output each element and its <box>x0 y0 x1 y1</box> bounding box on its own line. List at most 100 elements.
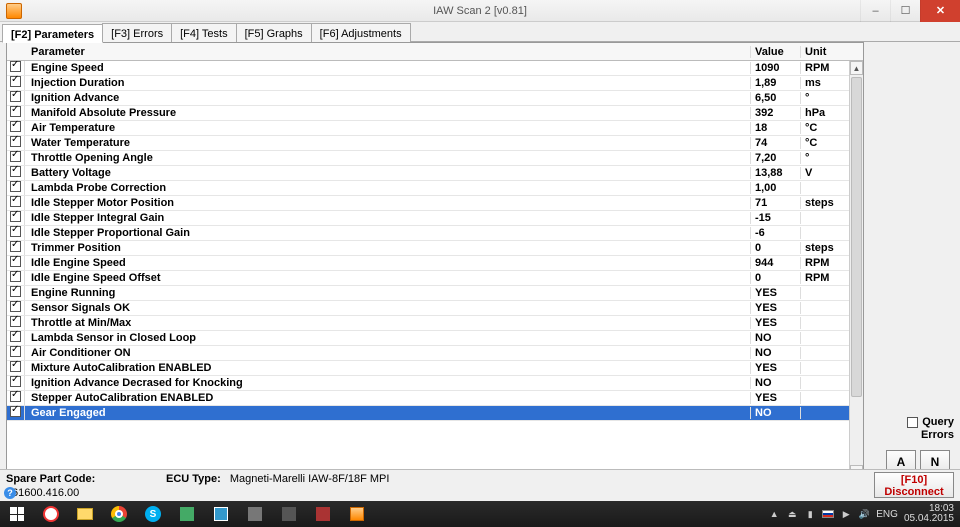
table-row[interactable]: Lambda Probe Correction1,00 <box>7 181 849 196</box>
table-row[interactable]: Ignition Advance Decrased for KnockingNO <box>7 376 849 391</box>
taskbar-app-skype[interactable]: S <box>136 501 170 527</box>
table-row[interactable]: Manifold Absolute Pressure392hPa <box>7 106 849 121</box>
param-name: Idle Stepper Motor Position <box>25 197 751 209</box>
close-button[interactable]: ✕ <box>920 0 960 22</box>
row-checkbox[interactable] <box>10 76 21 87</box>
table-row[interactable]: Stepper AutoCalibration ENABLEDYES <box>7 391 849 406</box>
taskbar-app-chrome[interactable] <box>102 501 136 527</box>
tray-up-icon[interactable]: ▲ <box>768 508 780 520</box>
row-checkbox[interactable] <box>10 346 21 357</box>
row-checkbox[interactable] <box>10 271 21 282</box>
row-checkbox[interactable] <box>10 241 21 252</box>
table-row[interactable]: Engine RunningYES <box>7 286 849 301</box>
row-checkbox[interactable] <box>10 211 21 222</box>
table-row[interactable]: Idle Stepper Integral Gain-15 <box>7 211 849 226</box>
row-checkbox[interactable] <box>10 151 21 162</box>
table-row[interactable]: Gear EngagedNO <box>7 406 849 421</box>
table-row[interactable]: Ignition Advance6,50° <box>7 91 849 106</box>
table-row[interactable]: Throttle Opening Angle7,20° <box>7 151 849 166</box>
taskbar-app-explorer[interactable] <box>68 501 102 527</box>
row-checkbox[interactable] <box>10 361 21 372</box>
taskbar-app-generic5[interactable] <box>306 501 340 527</box>
table-row[interactable]: Air Temperature18°C <box>7 121 849 136</box>
param-value: 944 <box>751 257 801 269</box>
help-icon[interactable]: ? <box>4 487 16 499</box>
row-checkbox[interactable] <box>10 226 21 237</box>
row-checkbox[interactable] <box>10 256 21 267</box>
query-errors-checkbox[interactable] <box>907 417 918 428</box>
param-value: 0 <box>751 242 801 254</box>
ecu-type-label: ECU Type: <box>166 473 221 485</box>
param-name: Trimmer Position <box>25 242 751 254</box>
tab-row: [F2] Parameters [F3] Errors [F4] Tests [… <box>0 22 960 42</box>
col-unit[interactable]: Unit <box>801 46 849 58</box>
param-name: Battery Voltage <box>25 167 751 179</box>
tray-language[interactable]: ENG <box>876 509 898 520</box>
row-checkbox[interactable] <box>10 331 21 342</box>
tab-adjustments[interactable]: [F6] Adjustments <box>311 23 411 42</box>
tray-network-icon[interactable]: ▶ <box>840 508 852 520</box>
param-value: 6,50 <box>751 92 801 104</box>
table-row[interactable]: Idle Stepper Proportional Gain-6 <box>7 226 849 241</box>
row-checkbox[interactable] <box>10 301 21 312</box>
tray-battery-icon[interactable]: ▮ <box>804 508 816 520</box>
tray-clock[interactable]: 18:03 05.04.2015 <box>904 504 954 524</box>
table-row[interactable]: Water Temperature74°C <box>7 136 849 151</box>
table-row[interactable]: Idle Engine Speed944RPM <box>7 256 849 271</box>
table-row[interactable]: Injection Duration1,89ms <box>7 76 849 91</box>
tab-graphs[interactable]: [F5] Graphs <box>236 23 312 42</box>
tray-safely-remove-icon[interactable]: ⏏ <box>786 508 798 520</box>
tab-tests[interactable]: [F4] Tests <box>171 23 236 42</box>
param-name: Air Conditioner ON <box>25 347 751 359</box>
table-row[interactable]: Mixture AutoCalibration ENABLEDYES <box>7 361 849 376</box>
row-checkbox[interactable] <box>10 166 21 177</box>
col-parameter[interactable]: Parameter <box>25 46 751 58</box>
row-checkbox[interactable] <box>10 376 21 387</box>
table-row[interactable]: Trimmer Position0steps <box>7 241 849 256</box>
tab-parameters[interactable]: [F2] Parameters <box>2 24 103 43</box>
maximize-button[interactable]: ☐ <box>890 0 920 22</box>
taskbar-app-yandex[interactable] <box>34 501 68 527</box>
taskbar-app-iawscan[interactable] <box>340 501 374 527</box>
taskbar-app-generic1[interactable] <box>170 501 204 527</box>
tab-errors[interactable]: [F3] Errors <box>102 23 172 42</box>
table-row[interactable]: Battery Voltage13,88V <box>7 166 849 181</box>
table-row[interactable]: Lambda Sensor in Closed LoopNO <box>7 331 849 346</box>
taskbar-app-generic4[interactable] <box>272 501 306 527</box>
disconnect-button[interactable]: [F10] Disconnect <box>874 472 954 498</box>
row-checkbox[interactable] <box>10 181 21 192</box>
row-checkbox[interactable] <box>10 106 21 117</box>
param-name: Air Temperature <box>25 122 751 134</box>
table-row[interactable]: Air Conditioner ONNO <box>7 346 849 361</box>
tray-volume-icon[interactable]: 🔊 <box>858 508 870 520</box>
table-row[interactable]: Idle Engine Speed Offset0RPM <box>7 271 849 286</box>
row-checkbox[interactable] <box>10 391 21 402</box>
ecu-type-value: Magneti-Marelli IAW-8F/18F MPI <box>230 473 390 485</box>
taskbar-app-generic3[interactable] <box>238 501 272 527</box>
table-row[interactable]: Idle Stepper Motor Position71steps <box>7 196 849 211</box>
row-checkbox[interactable] <box>10 406 21 417</box>
row-checkbox[interactable] <box>10 136 21 147</box>
minimize-button[interactable]: – <box>860 0 890 22</box>
taskbar-app-generic2[interactable] <box>204 501 238 527</box>
row-checkbox[interactable] <box>10 316 21 327</box>
param-unit: RPM <box>801 257 849 269</box>
row-checkbox[interactable] <box>10 196 21 207</box>
row-checkbox[interactable] <box>10 91 21 102</box>
table-row[interactable]: Sensor Signals OKYES <box>7 301 849 316</box>
vertical-scrollbar[interactable]: ▲ ▼ <box>849 61 863 479</box>
param-value: 74 <box>751 137 801 149</box>
param-name: Idle Engine Speed Offset <box>25 272 751 284</box>
scroll-thumb[interactable] <box>851 77 862 397</box>
table-row[interactable]: Throttle at Min/MaxYES <box>7 316 849 331</box>
windows-logo-icon <box>10 507 24 521</box>
row-checkbox[interactable] <box>10 121 21 132</box>
col-value[interactable]: Value <box>751 46 801 58</box>
row-checkbox[interactable] <box>10 61 21 72</box>
start-button[interactable] <box>0 501 34 527</box>
row-checkbox[interactable] <box>10 286 21 297</box>
tray-flag-icon[interactable] <box>822 510 834 518</box>
table-row[interactable]: Engine Speed1090RPM <box>7 61 849 76</box>
param-name: Gear Engaged <box>25 407 751 419</box>
scroll-up-icon[interactable]: ▲ <box>850 61 863 75</box>
